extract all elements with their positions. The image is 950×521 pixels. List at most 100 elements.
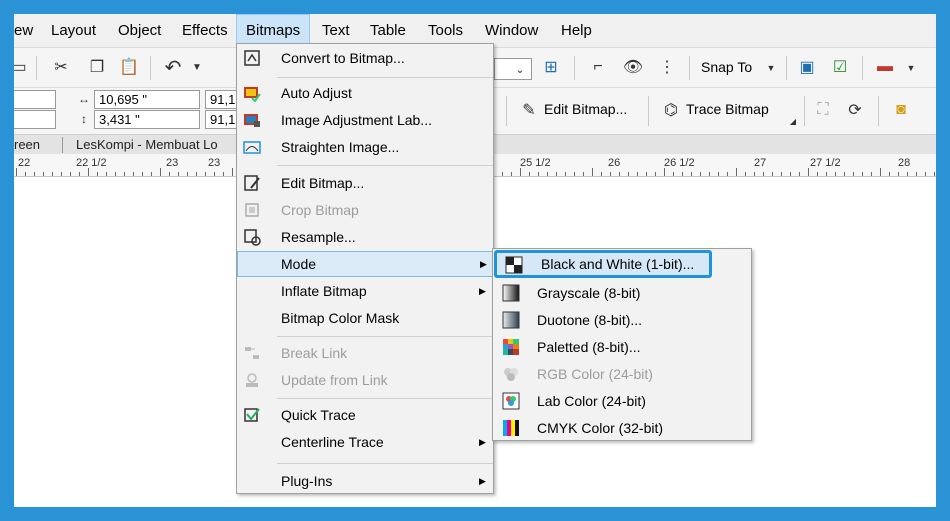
welcome-screen-icon[interactable]: ▣: [796, 56, 818, 78]
ruler-tick: [889, 172, 890, 176]
toolbar-separator: [804, 96, 805, 126]
view-icon[interactable]: 👁: [622, 56, 644, 78]
menu-item-update-from-link[interactable]: Update from Link: [237, 367, 493, 393]
guidelines-icon[interactable]: ⋮: [656, 56, 678, 78]
menu-view[interactable]: ew: [14, 14, 33, 47]
menu-item-plug-ins[interactable]: Plug-Ins ▶: [237, 468, 493, 494]
menu-item-lab-color[interactable]: Lab Color (24-bit): [493, 388, 751, 414]
toolbar-separator: [689, 56, 690, 80]
menu-item-label: Crop Bitmap: [281, 202, 359, 218]
menu-item-straighten-image[interactable]: Straighten Image...: [237, 134, 493, 160]
launch-icon[interactable]: ▬: [874, 56, 896, 78]
ruler-label: 26: [608, 157, 621, 169]
menu-item-auto-adjust[interactable]: Auto Adjust: [237, 80, 493, 106]
height-icon: ↕: [81, 112, 87, 126]
copy-icon[interactable]: ❐: [86, 56, 108, 78]
lab-color-icon: [502, 392, 520, 410]
ruler-label: 23: [208, 157, 221, 169]
menu-item-image-adjustment-lab[interactable]: Image Adjustment Lab...: [237, 107, 493, 133]
screenshot-frame: ew Layout Object Effects Bitmaps Text Ta…: [0, 0, 950, 521]
ruler-tick: [223, 172, 224, 176]
ruler-tick: [34, 172, 35, 176]
ruler-tick: [664, 168, 665, 176]
tab-document-2[interactable]: LesKompi - Membuat Lo: [76, 135, 218, 155]
snap-to-button[interactable]: Snap To: [701, 59, 752, 75]
menu-item-convert-to-bitmap[interactable]: Convert to Bitmap...: [237, 45, 493, 71]
menu-item-centerline-trace[interactable]: Centerline Trace ▶: [237, 429, 493, 455]
menu-item-resample[interactable]: Resample...: [237, 224, 493, 250]
height-field[interactable]: 3,431 ": [94, 110, 200, 129]
ruler-tick: [853, 172, 854, 176]
undo-dropdown-icon[interactable]: ▼: [186, 56, 208, 78]
ruler-tick: [115, 172, 116, 176]
menu-object[interactable]: Object: [118, 14, 161, 47]
ruler-tick: [628, 172, 629, 176]
menu-item-crop-bitmap[interactable]: Crop Bitmap: [237, 197, 493, 223]
bitmap-color-mask-icon[interactable]: ◙: [890, 99, 912, 121]
tab-document-1[interactable]: reen: [14, 135, 40, 155]
menu-item-label: Duotone (8-bit)...: [537, 312, 643, 328]
menu-item-bitmap-color-mask[interactable]: Bitmap Color Mask: [237, 305, 493, 331]
menu-item-cmyk-color[interactable]: CMYK Color (32-bit): [493, 415, 751, 441]
ruler-tick: [727, 172, 728, 176]
print-icon[interactable]: ▭: [14, 56, 30, 78]
menu-item-quick-trace[interactable]: Quick Trace: [237, 402, 493, 428]
launch-dropdown-icon[interactable]: ▼: [900, 57, 922, 79]
resample-icon[interactable]: ⟳: [844, 99, 866, 121]
menu-item-rgb-color[interactable]: RGB Color (24-bit): [493, 361, 751, 387]
menu-item-black-and-white[interactable]: Black and White (1-bit)...: [494, 250, 712, 278]
menu-item-label: Image Adjustment Lab...: [281, 112, 432, 128]
menu-item-duotone[interactable]: Duotone (8-bit)...: [493, 307, 751, 333]
menu-separator: [277, 463, 493, 464]
zoom-fit-icon[interactable]: ⊞: [540, 56, 562, 78]
menu-item-label: Straighten Image...: [281, 139, 400, 155]
menu-effects[interactable]: Effects: [182, 14, 228, 47]
cut-icon[interactable]: ✂: [50, 56, 72, 78]
ruler-label: 23: [166, 157, 179, 169]
scale-height-field[interactable]: 91,1: [205, 110, 239, 129]
ruler-tick: [637, 172, 638, 176]
scale-width-field[interactable]: 91,1: [205, 90, 239, 109]
auto-adjust-icon: [243, 84, 261, 103]
menu-item-grayscale[interactable]: Grayscale (8-bit): [493, 280, 751, 306]
trace-bitmap-button[interactable]: Trace Bitmap: [686, 101, 769, 117]
snap-to-dropdown-icon[interactable]: ▼: [760, 57, 782, 79]
ruler-tick: [565, 172, 566, 176]
menu-item-break-link[interactable]: Break Link: [237, 340, 493, 366]
break-link-icon: [243, 344, 261, 362]
ruler-tick: [601, 172, 602, 176]
checklist-icon[interactable]: ☑: [829, 56, 851, 78]
menu-item-label: Centerline Trace: [281, 434, 384, 450]
position-y-field[interactable]: [14, 110, 56, 129]
submenu-arrow-icon: ▶: [479, 476, 486, 486]
duotone-icon: [502, 311, 520, 329]
edit-bitmap-icon: [243, 174, 261, 192]
trace-bitmap-icon: ⌬: [664, 102, 678, 119]
edit-bitmap-button[interactable]: Edit Bitmap...: [544, 101, 627, 117]
mode-submenu: Black and White (1-bit)... Grayscale (8-…: [492, 248, 752, 441]
menu-item-paletted[interactable]: Paletted (8-bit)...: [493, 334, 751, 360]
menu-item-inflate-bitmap[interactable]: Inflate Bitmap ▶: [237, 278, 493, 304]
menu-item-mode[interactable]: Mode ▶: [237, 251, 493, 277]
rulers-icon[interactable]: ⌐: [587, 56, 609, 78]
trace-dropdown-icon[interactable]: ◢: [782, 110, 804, 132]
menu-item-edit-bitmap[interactable]: Edit Bitmap...: [237, 170, 493, 196]
ruler-tick: [151, 172, 152, 176]
ruler-tick: [835, 172, 836, 176]
cmyk-color-icon: [502, 419, 520, 437]
menu-item-label: Grayscale (8-bit): [537, 285, 641, 301]
ruler-tick: [781, 172, 782, 176]
ruler-tick: [790, 172, 791, 176]
toolbar-separator: [786, 56, 787, 80]
menu-layout[interactable]: Layout: [51, 14, 96, 47]
paste-icon[interactable]: 📋: [118, 56, 140, 78]
menu-help[interactable]: Help: [561, 14, 592, 47]
ruler-tick: [88, 168, 89, 176]
ruler-label: 22: [18, 157, 31, 169]
ruler-tick: [574, 172, 575, 176]
undo-icon[interactable]: ↶: [162, 56, 184, 79]
menu-item-label: Paletted (8-bit)...: [537, 339, 641, 355]
width-field[interactable]: 10,695 ": [94, 90, 200, 109]
crop-bitmap-icon[interactable]: ⛶: [812, 99, 834, 121]
position-x-field[interactable]: [14, 90, 56, 109]
